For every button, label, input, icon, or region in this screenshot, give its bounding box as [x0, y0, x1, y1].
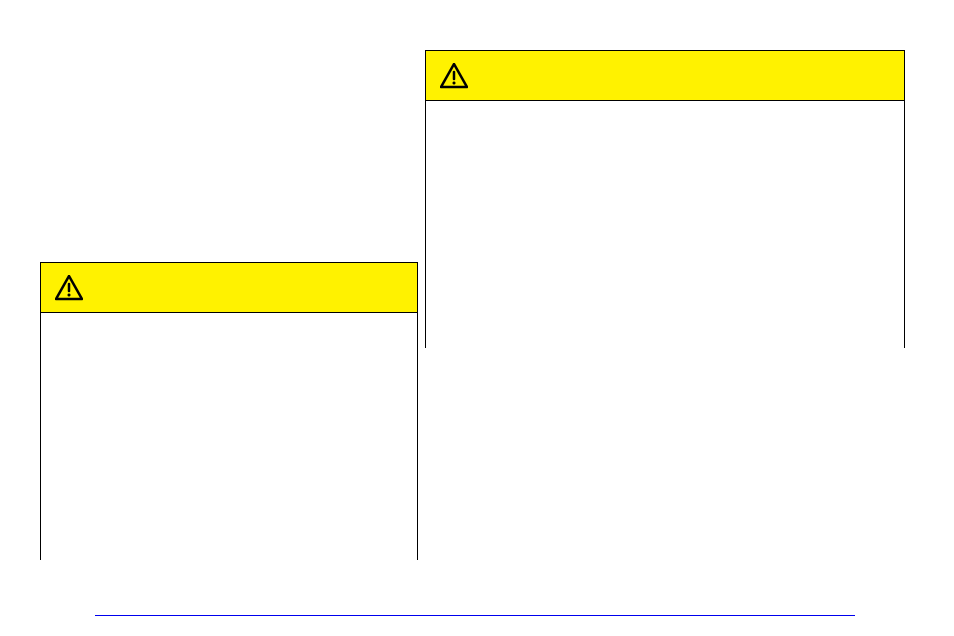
caution-box-right: [425, 50, 905, 348]
caution-box-left: [40, 262, 418, 560]
caution-header-left: [41, 263, 417, 313]
warning-icon: [440, 63, 468, 89]
caution-header-right: [426, 51, 904, 101]
caution-body-left: [41, 313, 417, 561]
warning-icon: [55, 275, 83, 301]
caution-body-right: [426, 101, 904, 349]
divider-line: [95, 615, 855, 616]
